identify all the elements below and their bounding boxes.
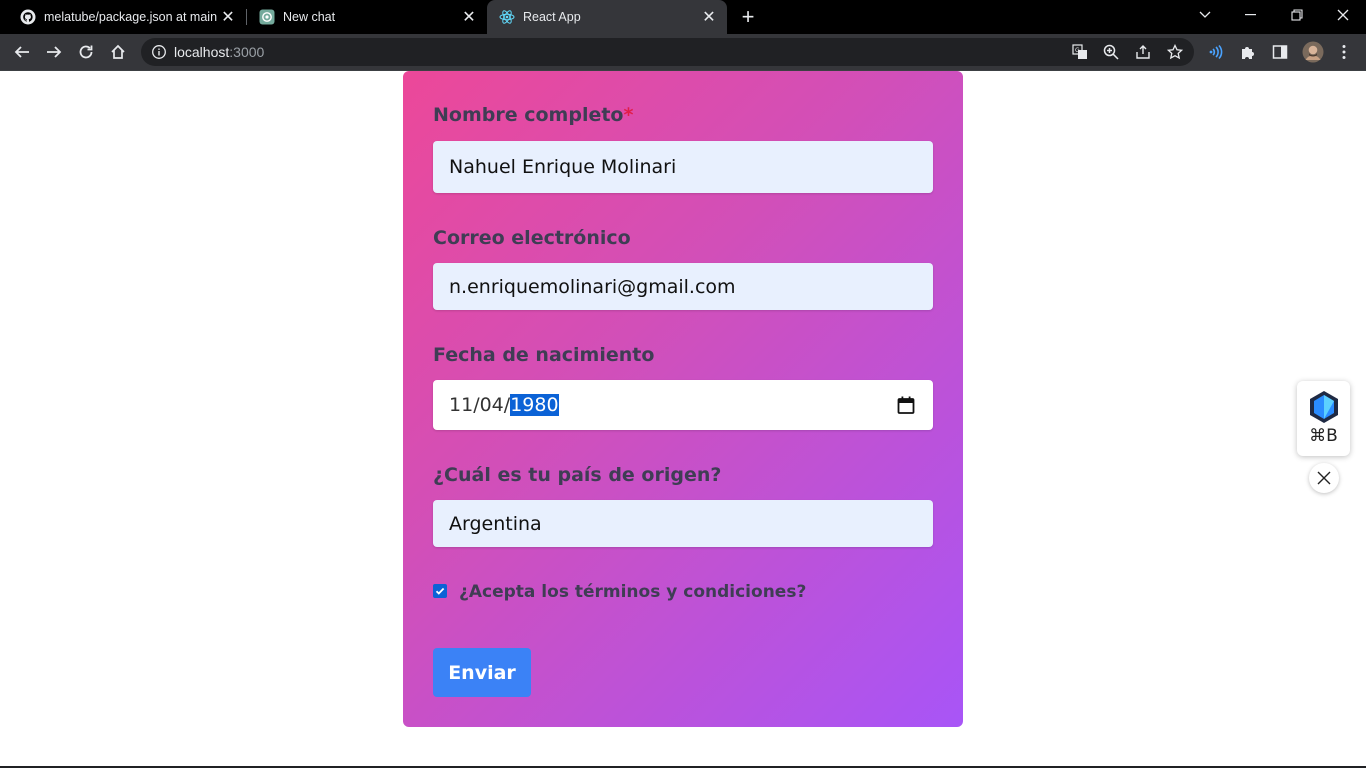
home-icon[interactable] bbox=[105, 39, 131, 65]
tab-new-chat[interactable]: New chat ✕ bbox=[239, 0, 487, 34]
chatgpt-icon bbox=[259, 9, 275, 25]
country-label: ¿Cuál es tu país de origen? bbox=[433, 464, 722, 486]
birthdate-month[interactable]: 04 bbox=[480, 394, 504, 416]
tab-title: React App bbox=[523, 10, 581, 24]
tab-title: melatube/package.json at main · bbox=[44, 10, 218, 24]
extensions-puzzle-icon[interactable] bbox=[1235, 39, 1261, 65]
browser-toolbar: localhost:3000 G bbox=[0, 34, 1366, 70]
close-tab-icon[interactable]: ✕ bbox=[459, 7, 479, 27]
address-bar[interactable]: localhost:3000 G bbox=[141, 38, 1194, 66]
url-host: localhost bbox=[174, 44, 230, 60]
name-label-text: Nombre completo bbox=[433, 104, 624, 126]
url-port: :3000 bbox=[229, 44, 265, 60]
birthdate-year[interactable]: 1980 bbox=[510, 394, 559, 416]
share-icon[interactable] bbox=[1134, 43, 1152, 61]
tab-github[interactable]: melatube/package.json at main · ✕ bbox=[0, 0, 246, 34]
react-icon bbox=[499, 9, 515, 25]
url-text: localhost:3000 bbox=[174, 44, 264, 60]
minimize-icon[interactable] bbox=[1228, 0, 1274, 30]
submit-button[interactable]: Enviar bbox=[433, 648, 531, 697]
close-tab-icon[interactable]: ✕ bbox=[699, 7, 719, 27]
extension-wave-icon[interactable] bbox=[1203, 39, 1229, 65]
svg-text:G: G bbox=[1075, 47, 1080, 54]
terms-label[interactable]: ¿Acepta los términos y condiciones? bbox=[459, 582, 806, 602]
email-input[interactable]: n.enriquemolinari@gmail.com bbox=[433, 263, 933, 310]
email-label: Correo electrónico bbox=[433, 227, 631, 249]
close-widget-icon[interactable] bbox=[1309, 463, 1339, 493]
tab-react-app[interactable]: React App ✕ bbox=[487, 0, 727, 34]
email-input-value: n.enriquemolinari@gmail.com bbox=[449, 275, 736, 298]
reload-icon[interactable] bbox=[73, 39, 99, 65]
country-input-value: Argentina bbox=[449, 512, 542, 535]
required-mark: * bbox=[623, 104, 634, 126]
close-window-icon[interactable] bbox=[1320, 0, 1366, 30]
close-tab-icon[interactable]: ✕ bbox=[218, 7, 238, 27]
github-icon bbox=[20, 9, 36, 25]
info-icon[interactable] bbox=[151, 44, 167, 60]
bookmark-star-icon[interactable] bbox=[1166, 43, 1184, 61]
chrome-menu-icon[interactable] bbox=[1331, 39, 1357, 65]
profile-avatar-icon[interactable] bbox=[1300, 39, 1326, 65]
forward-icon[interactable] bbox=[41, 39, 67, 65]
back-icon[interactable] bbox=[9, 39, 35, 65]
name-input[interactable]: Nahuel Enrique Molinari bbox=[433, 141, 933, 193]
tab-title: New chat bbox=[283, 10, 336, 24]
extension-widget[interactable]: ⌘B bbox=[1297, 381, 1350, 456]
restore-icon[interactable] bbox=[1274, 0, 1320, 30]
birthdate-day[interactable]: 11 bbox=[449, 394, 473, 416]
codeium-logo-icon bbox=[1306, 389, 1342, 430]
tab-search-icon[interactable] bbox=[1182, 0, 1228, 30]
name-input-value: Nahuel Enrique Molinari bbox=[449, 156, 677, 178]
side-panel-icon[interactable] bbox=[1267, 39, 1293, 65]
translate-icon[interactable]: G bbox=[1071, 43, 1089, 61]
checkmark-icon bbox=[435, 587, 445, 595]
birthdate-label: Fecha de nacimiento bbox=[433, 344, 655, 366]
country-input[interactable]: Argentina bbox=[433, 500, 933, 547]
tab-bar: melatube/package.json at main · ✕ New ch… bbox=[0, 0, 1366, 34]
new-tab-icon[interactable]: + bbox=[737, 4, 759, 29]
terms-checkbox[interactable] bbox=[433, 584, 447, 598]
birthdate-input[interactable]: 11/04/1980 bbox=[433, 380, 933, 430]
zoom-icon[interactable] bbox=[1102, 43, 1120, 61]
calendar-icon[interactable] bbox=[897, 396, 915, 419]
shortcut-hint: ⌘B bbox=[1309, 426, 1338, 446]
name-label: Nombre completo* bbox=[433, 104, 633, 126]
